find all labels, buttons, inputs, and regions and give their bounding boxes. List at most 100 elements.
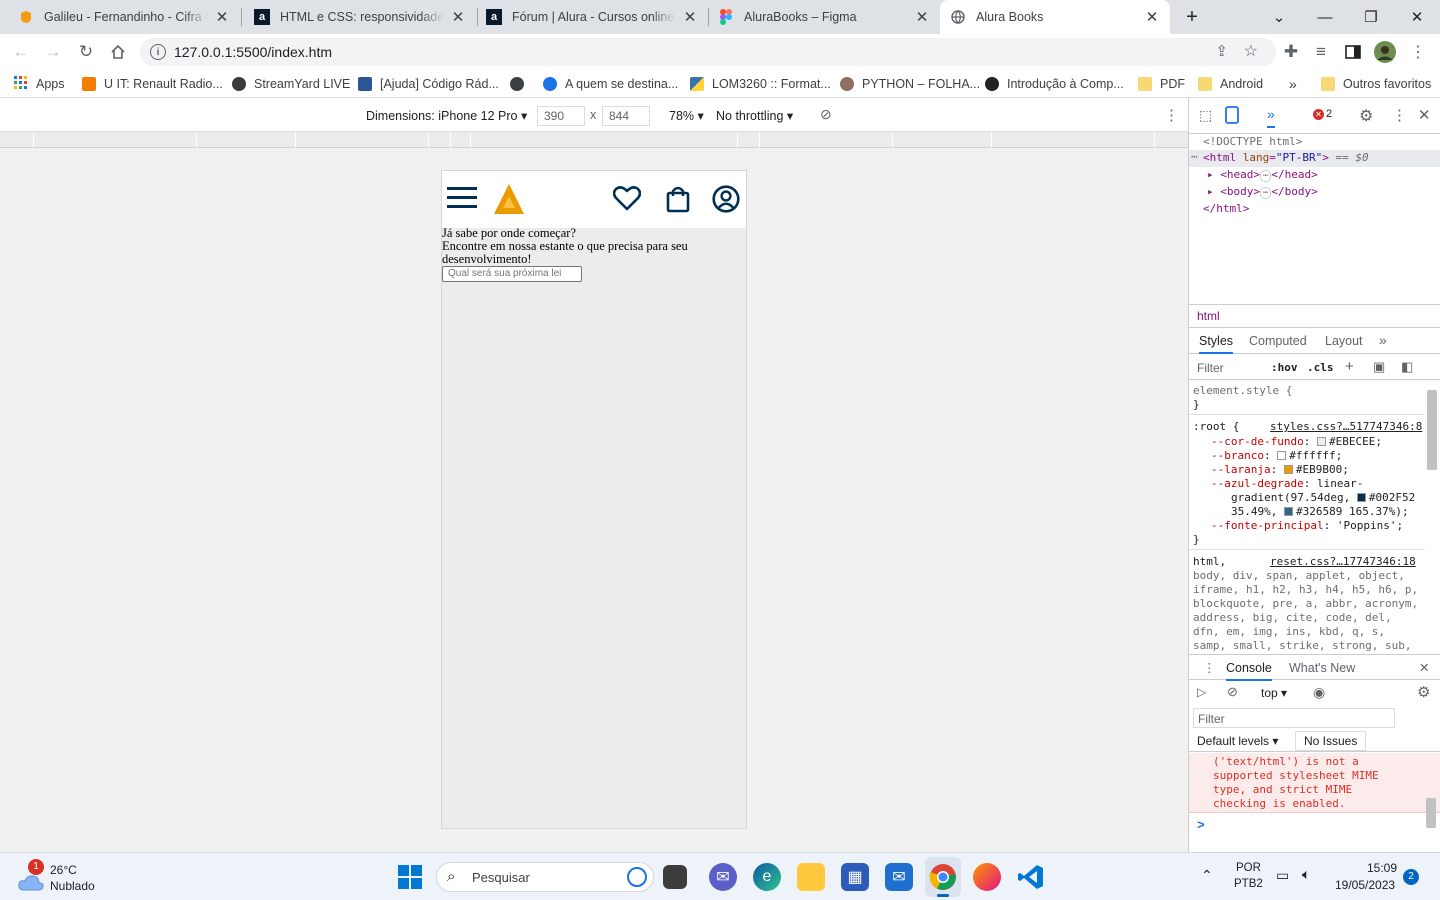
inspect-element-icon[interactable]: ⬚: [1199, 107, 1212, 124]
console-settings-icon[interactable]: ⚙: [1417, 683, 1430, 701]
hamburger-menu-icon[interactable]: [447, 187, 477, 212]
device-width-input[interactable]: 390: [537, 106, 585, 126]
close-tab-icon[interactable]: ✕: [214, 8, 230, 26]
devtools-close-icon[interactable]: ✕: [1418, 106, 1431, 124]
clear-console-icon[interactable]: ⊘: [1227, 684, 1238, 700]
root-source-link[interactable]: styles.css?…517747346:8: [1270, 420, 1422, 433]
book-search-input[interactable]: Qual será sua próxima lei: [442, 266, 582, 282]
tab-styles[interactable]: Styles: [1199, 334, 1234, 354]
issues-button[interactable]: No Issues: [1295, 731, 1367, 751]
browser-tab[interactable]: Galileu - Fernandinho - Cifra Clu ✕: [8, 0, 240, 34]
teams-chat-icon[interactable]: ✉: [709, 863, 737, 891]
close-tab-icon[interactable]: ✕: [914, 8, 930, 26]
reload-icon[interactable]: ↻: [75, 41, 97, 63]
extensions-icon[interactable]: ✚: [1280, 41, 1302, 63]
bookmark-apps[interactable]: Apps: [14, 75, 65, 93]
bookmark-item[interactable]: [Ajuda] Código Rád...: [358, 75, 499, 93]
bookmark-folder[interactable]: Android: [1198, 75, 1263, 93]
new-tab-button[interactable]: +: [1170, 0, 1214, 34]
menu-kebab-icon[interactable]: ⋮: [1407, 41, 1429, 63]
more-tabs-icon[interactable]: »: [1267, 106, 1275, 128]
side-panel-icon[interactable]: [1342, 41, 1364, 63]
bookmark-item[interactable]: Introdução à Comp...: [985, 75, 1124, 93]
user-profile-icon[interactable]: [712, 185, 740, 216]
back-icon[interactable]: ←: [10, 41, 32, 63]
bookmark-star-icon[interactable]: ☆: [1244, 41, 1258, 61]
head-node[interactable]: ▸ <head> ⋯ </head>: [1207, 168, 1318, 182]
network-icon[interactable]: ▭: [1276, 867, 1289, 884]
address-bar[interactable]: i 127.0.0.1:5500/index.htm ⇪ ☆: [140, 38, 1276, 66]
rotate-icon[interactable]: ⊘: [820, 106, 832, 123]
bookmark-item[interactable]: LOM3260 :: Format...: [690, 75, 831, 93]
browser-tab[interactable]: AluraBooks – Figma ✕: [708, 0, 940, 34]
share-icon[interactable]: ⇪: [1215, 42, 1228, 60]
close-tab-icon[interactable]: ✕: [450, 8, 466, 26]
settings-gear-icon[interactable]: ⚙: [1359, 106, 1373, 126]
devtools-menu-icon[interactable]: ⋮: [1392, 106, 1407, 124]
lang-primary[interactable]: POR: [1236, 862, 1261, 874]
device-toggle-icon[interactable]: [1225, 106, 1239, 127]
styles-filter-input[interactable]: Filter: [1197, 361, 1224, 375]
toggle-sidebar-icon[interactable]: ◧: [1401, 359, 1413, 375]
tab-computed[interactable]: Computed: [1249, 334, 1307, 348]
browser-tab-active[interactable]: Alura Books ✕: [940, 0, 1170, 34]
minimize-icon[interactable]: —: [1302, 0, 1348, 34]
file-explorer-icon[interactable]: [797, 863, 825, 891]
shopping-bag-icon[interactable]: [666, 185, 690, 216]
restore-icon[interactable]: ❐: [1348, 0, 1394, 34]
bookmark-item[interactable]: U IT: Renault Radio...: [82, 75, 223, 93]
context-select[interactable]: top ▾: [1261, 686, 1287, 700]
drawer-close-icon[interactable]: ✕: [1419, 660, 1429, 675]
device-dimensions-select[interactable]: Dimensions: iPhone 12 Pro ▾: [366, 108, 527, 123]
html-node-selected[interactable]: ⋯ <html lang="PT-BR"> == $0: [1189, 150, 1440, 167]
color-swatch[interactable]: [1283, 465, 1293, 474]
profile-avatar[interactable]: [1374, 41, 1396, 63]
live-expression-eye-icon[interactable]: ◉: [1313, 684, 1325, 701]
zoom-select[interactable]: 78% ▾: [669, 108, 704, 123]
close-window-icon[interactable]: ✕: [1394, 0, 1440, 34]
volume-icon[interactable]: 🔈︎: [1302, 866, 1310, 883]
site-info-icon[interactable]: i: [150, 44, 166, 60]
browser-tab[interactable]: a HTML e CSS: responsividade co ✕: [244, 0, 476, 34]
bookmarks-overflow[interactable]: »: [1289, 75, 1297, 93]
media-query-ruler[interactable]: [0, 132, 1188, 148]
notification-badge[interactable]: 2: [1403, 869, 1419, 885]
close-tab-icon[interactable]: ✕: [1144, 8, 1160, 26]
console-sidebar-icon[interactable]: ▷: [1197, 685, 1206, 699]
breadcrumb-html[interactable]: html: [1197, 309, 1220, 323]
tab-whats-new[interactable]: What's New: [1289, 661, 1355, 675]
drawer-menu-icon[interactable]: ⋮: [1203, 660, 1216, 675]
microsoft-store-icon[interactable]: ▦: [841, 863, 869, 891]
taskbar-search[interactable]: ⌕ Pesquisar: [436, 862, 654, 892]
cls-toggle[interactable]: .cls: [1307, 361, 1334, 374]
console-prompt-row[interactable]: >: [1189, 814, 1440, 836]
throttling-select[interactable]: No throttling ▾: [716, 108, 793, 123]
reading-list-icon[interactable]: ≡: [1310, 41, 1332, 63]
device-menu-icon[interactable]: ⋮: [1164, 106, 1179, 124]
console-prompt[interactable]: >: [1197, 817, 1205, 832]
error-counter[interactable]: ✕ 2: [1313, 108, 1332, 120]
tab-search-icon[interactable]: ⌄: [1256, 0, 1302, 34]
vscode-icon[interactable]: [1017, 863, 1045, 891]
task-view-icon[interactable]: [663, 865, 687, 889]
console-scrollbar[interactable]: [1426, 798, 1436, 828]
color-swatch[interactable]: [1283, 507, 1293, 516]
alurabooks-logo-icon[interactable]: [493, 183, 525, 218]
color-swatch[interactable]: [1356, 493, 1366, 502]
console-filter-input[interactable]: Filter: [1193, 708, 1395, 728]
tray-overflow-icon[interactable]: ⌃: [1201, 867, 1213, 884]
windows-start-icon[interactable]: [396, 863, 424, 891]
log-levels-select[interactable]: Default levels ▾: [1197, 734, 1278, 748]
add-rule-icon[interactable]: +: [1345, 358, 1354, 375]
edge-icon[interactable]: e: [753, 863, 781, 891]
reset-source-link[interactable]: reset.css?…17747346:18: [1270, 555, 1416, 568]
home-icon[interactable]: [107, 41, 129, 63]
tab-layout[interactable]: Layout: [1325, 334, 1363, 348]
bookmark-item[interactable]: A quem se destina...: [543, 75, 678, 93]
lang-secondary[interactable]: PTB2: [1234, 878, 1263, 890]
bookmark-item[interactable]: StreamYard LIVE: [232, 75, 350, 93]
clock-time[interactable]: 15:09: [1367, 861, 1397, 875]
forward-icon[interactable]: →: [42, 41, 64, 63]
device-height-input[interactable]: 844: [602, 106, 650, 126]
firefox-icon[interactable]: [973, 863, 1001, 891]
